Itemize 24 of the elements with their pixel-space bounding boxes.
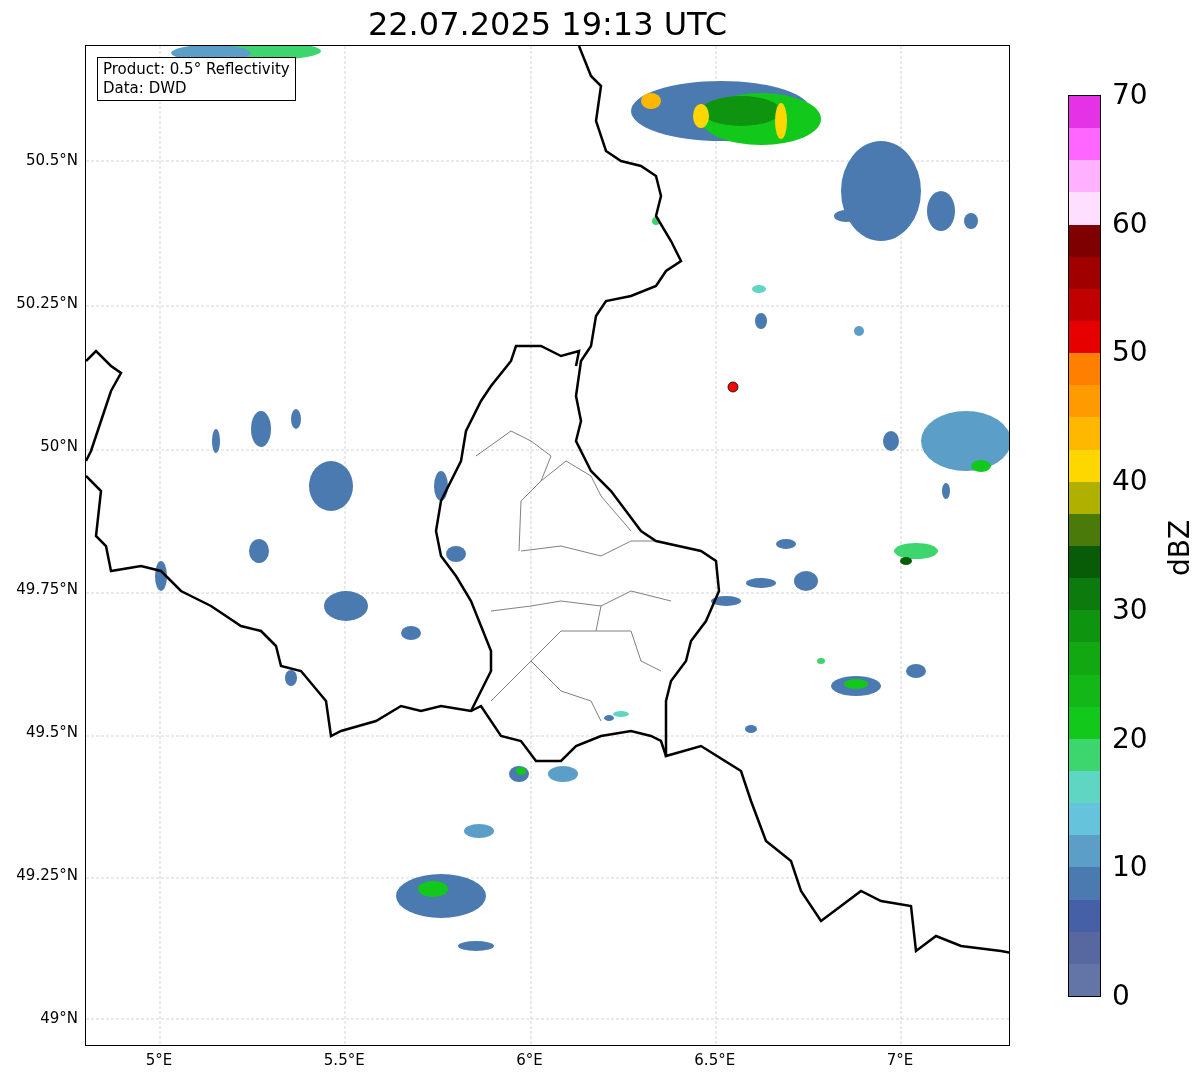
- y-tick-label: 49.25°N: [15, 866, 78, 884]
- y-tick-label: 50.5°N: [24, 151, 78, 169]
- y-tick-label: 49.75°N: [15, 580, 78, 598]
- colorbar-tick-label: 60: [1112, 207, 1148, 240]
- x-tick-label: 5°E: [144, 1051, 174, 1069]
- y-tick-label: 49.5°N: [24, 723, 78, 741]
- colorbar-tick-label: 70: [1112, 79, 1148, 111]
- y-tick-label: 49°N: [39, 1009, 78, 1027]
- x-tick-label: 7°E: [885, 1051, 915, 1069]
- colorbar-tick-label: 40: [1112, 465, 1148, 498]
- info-text: Data: DWD: [103, 79, 188, 98]
- colorbar-tick-label: 50: [1112, 336, 1148, 369]
- y-tick-label: 50.25°N: [15, 294, 78, 312]
- colorbar-tick-label: 20: [1112, 722, 1148, 755]
- x-tick-label: 6°E: [515, 1051, 544, 1069]
- colorbar-tick-label: 30: [1112, 593, 1148, 626]
- chart-title: 22.07.2025 19:13 UTC: [366, 4, 729, 44]
- info-text: Product: 0.5° Reflectivity: [103, 60, 290, 79]
- colorbar-label: dBZ: [1164, 519, 1196, 577]
- colorbar-tick-label: 0: [1112, 980, 1130, 1012]
- x-tick-label: 6.5°E: [693, 1051, 737, 1069]
- y-tick-label: 50°N: [39, 437, 78, 455]
- colorbar-tick-label: 10: [1112, 851, 1148, 884]
- x-tick-label: 5.5°E: [322, 1051, 366, 1069]
